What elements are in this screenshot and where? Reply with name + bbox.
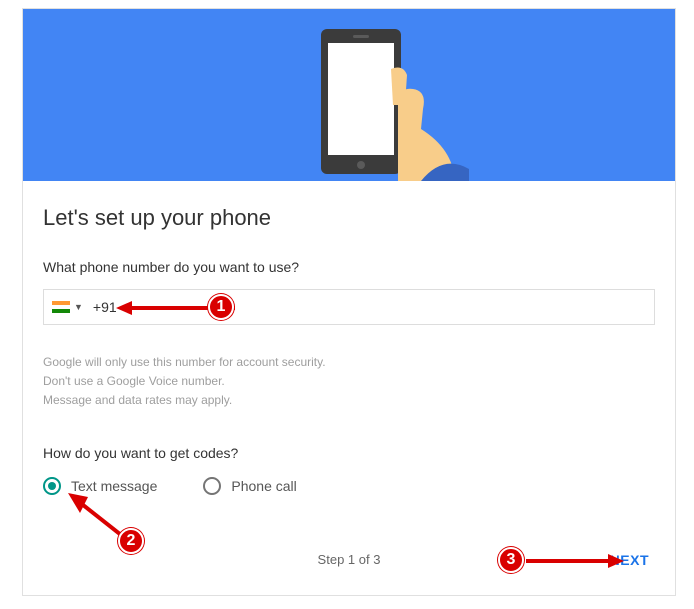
fineprint-line: Don't use a Google Voice number. (43, 372, 655, 391)
page-title: Let's set up your phone (43, 205, 655, 231)
radio-icon-checked[interactable] (43, 477, 61, 495)
radio-label: Text message (71, 478, 157, 494)
setup-card: Let's set up your phone What phone numbe… (22, 8, 676, 596)
phone-number-input[interactable] (123, 299, 646, 315)
phone-question-label: What phone number do you want to use? (43, 259, 655, 275)
footer-row: Step 1 of 3 NEXT (43, 545, 655, 575)
dial-code: +91 (93, 299, 117, 315)
country-dropdown-caret-icon[interactable]: ▼ (74, 302, 83, 312)
codes-question-label: How do you want to get codes? (43, 445, 655, 461)
code-method-radios: Text message Phone call (43, 477, 655, 495)
phone-input-row[interactable]: ▼ +91 (43, 289, 655, 325)
content-area: Let's set up your phone What phone numbe… (23, 181, 675, 595)
india-flag-icon[interactable] (52, 301, 70, 313)
step-indicator: Step 1 of 3 (318, 552, 381, 567)
radio-text-message[interactable]: Text message (43, 477, 157, 495)
hero-illustration (23, 9, 675, 181)
fineprint-line: Google will only use this number for acc… (43, 353, 655, 372)
fineprint-line: Message and data rates may apply. (43, 391, 655, 410)
radio-icon-unchecked[interactable] (203, 477, 221, 495)
fineprint-block: Google will only use this number for acc… (43, 353, 655, 411)
next-button[interactable]: NEXT (610, 552, 649, 568)
radio-label: Phone call (231, 478, 296, 494)
radio-phone-call[interactable]: Phone call (203, 477, 296, 495)
